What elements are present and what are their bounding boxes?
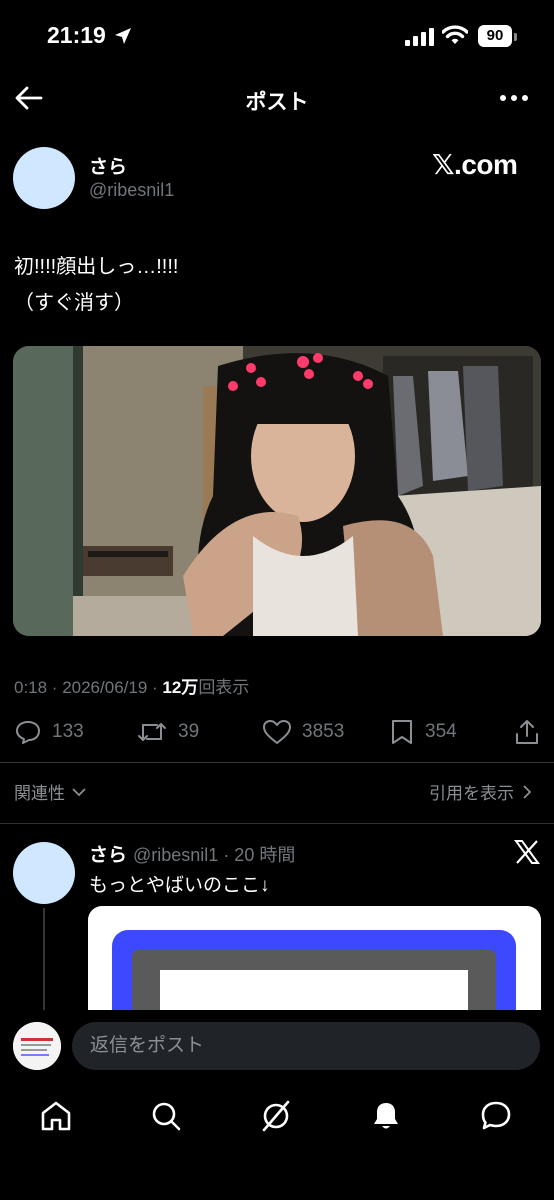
repost-icon bbox=[138, 723, 166, 741]
post-timestamp: 0:18 · 2026/06/19 · bbox=[14, 678, 163, 697]
bookmark-button[interactable]: 354 bbox=[389, 718, 457, 746]
like-count: 3853 bbox=[302, 721, 345, 742]
divider bbox=[0, 823, 554, 824]
x-com-logo: 𝕏.com bbox=[432, 149, 518, 180]
reply-input[interactable]: 返信をポスト bbox=[72, 1022, 540, 1070]
author-handle[interactable]: @ribesnil1 bbox=[89, 180, 174, 201]
search-icon[interactable] bbox=[148, 1098, 184, 1134]
repost-count: 39 bbox=[178, 721, 200, 742]
cellular-signal-icon bbox=[405, 28, 434, 46]
chevron-down-icon bbox=[72, 787, 86, 796]
photo-illustration bbox=[13, 346, 541, 636]
thread-line bbox=[43, 908, 45, 1010]
status-bar: 21:19 90 bbox=[0, 0, 554, 70]
repost-button[interactable]: 39 bbox=[136, 718, 199, 746]
grok-icon[interactable] bbox=[258, 1098, 294, 1134]
reply-composer-bar: 返信をポスト bbox=[0, 1010, 554, 1082]
post-text-line-1: 初!!!!顔出しっ…!!!! bbox=[14, 256, 179, 278]
reply-count: 133 bbox=[52, 721, 84, 742]
author-avatar[interactable] bbox=[13, 147, 75, 209]
location-arrow-icon bbox=[115, 28, 131, 44]
heart-icon bbox=[263, 720, 291, 744]
battery-nub bbox=[514, 33, 517, 41]
sort-label: 関連性 bbox=[14, 784, 65, 803]
divider bbox=[0, 762, 554, 763]
post-media-photo[interactable] bbox=[13, 346, 541, 636]
reply-author-name[interactable]: さら bbox=[89, 840, 127, 867]
view-count-label: 回表示 bbox=[198, 678, 250, 697]
reply-author-avatar[interactable] bbox=[13, 842, 75, 904]
reply-icon bbox=[16, 721, 40, 744]
reply-author-meta: @ribesnil1 · 20 時間 bbox=[133, 845, 296, 865]
bookmark-icon bbox=[392, 720, 412, 744]
my-avatar bbox=[13, 1022, 61, 1070]
author-name[interactable]: さら bbox=[89, 152, 127, 179]
bookmark-count: 354 bbox=[425, 721, 457, 742]
reply-media-card[interactable] bbox=[88, 906, 541, 1026]
more-options-icon[interactable] bbox=[498, 86, 530, 110]
sort-relevance-dropdown[interactable]: 関連性 bbox=[14, 779, 87, 804]
x-logo-icon bbox=[514, 840, 540, 864]
share-icon[interactable] bbox=[513, 718, 541, 746]
notifications-icon[interactable] bbox=[368, 1098, 404, 1134]
wifi-icon bbox=[442, 25, 468, 44]
view-count: 12万 bbox=[162, 678, 199, 697]
battery-indicator: 90 bbox=[478, 25, 512, 47]
status-time: 21:19 bbox=[47, 22, 106, 48]
reply-text: もっとやばいのここ↓ bbox=[89, 875, 270, 896]
post-text-line-2: （すぐ消す） bbox=[14, 292, 134, 314]
messages-icon[interactable] bbox=[478, 1098, 514, 1134]
reply-button[interactable]: 133 bbox=[14, 718, 84, 746]
view-quotes-label: 引用を表示 bbox=[429, 784, 514, 803]
post-meta: 0:18 · 2026/06/19 · 12万回表示 bbox=[14, 673, 249, 698]
page-title: ポスト bbox=[245, 91, 309, 114]
home-icon[interactable] bbox=[38, 1098, 74, 1134]
like-button[interactable]: 3853 bbox=[262, 718, 344, 746]
view-quotes-link[interactable]: 引用を表示 bbox=[429, 779, 534, 804]
chevron-right-icon bbox=[523, 784, 532, 799]
